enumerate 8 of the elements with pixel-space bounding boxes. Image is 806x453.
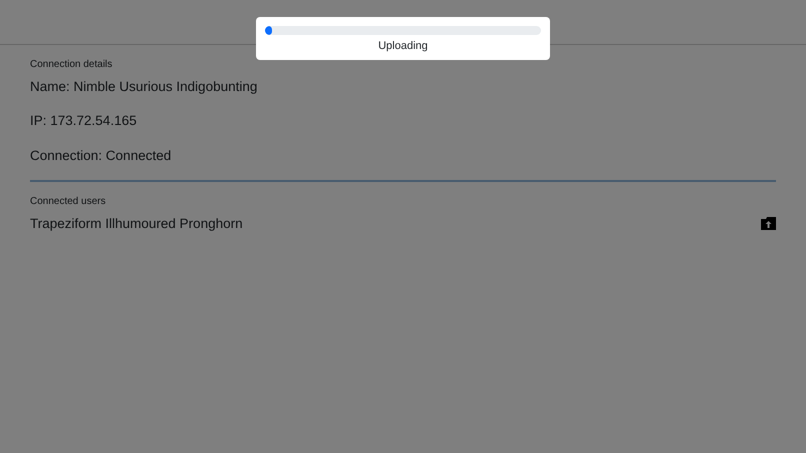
section-heading: Connection details	[30, 58, 114, 72]
detail-text: Name: Nimble Usurious Indigobunting	[30, 78, 258, 96]
detail-text: Connection: Connected	[30, 146, 172, 164]
detail-text: IP: 173.72.54.165	[30, 112, 138, 130]
upload-status: Uploading	[377, 39, 429, 54]
section-heading: Connected users	[30, 194, 107, 209]
user-name: Trapeziform Illhumoured Pronghorn	[30, 214, 243, 233]
upload-folder-icon[interactable]	[761, 217, 776, 230]
